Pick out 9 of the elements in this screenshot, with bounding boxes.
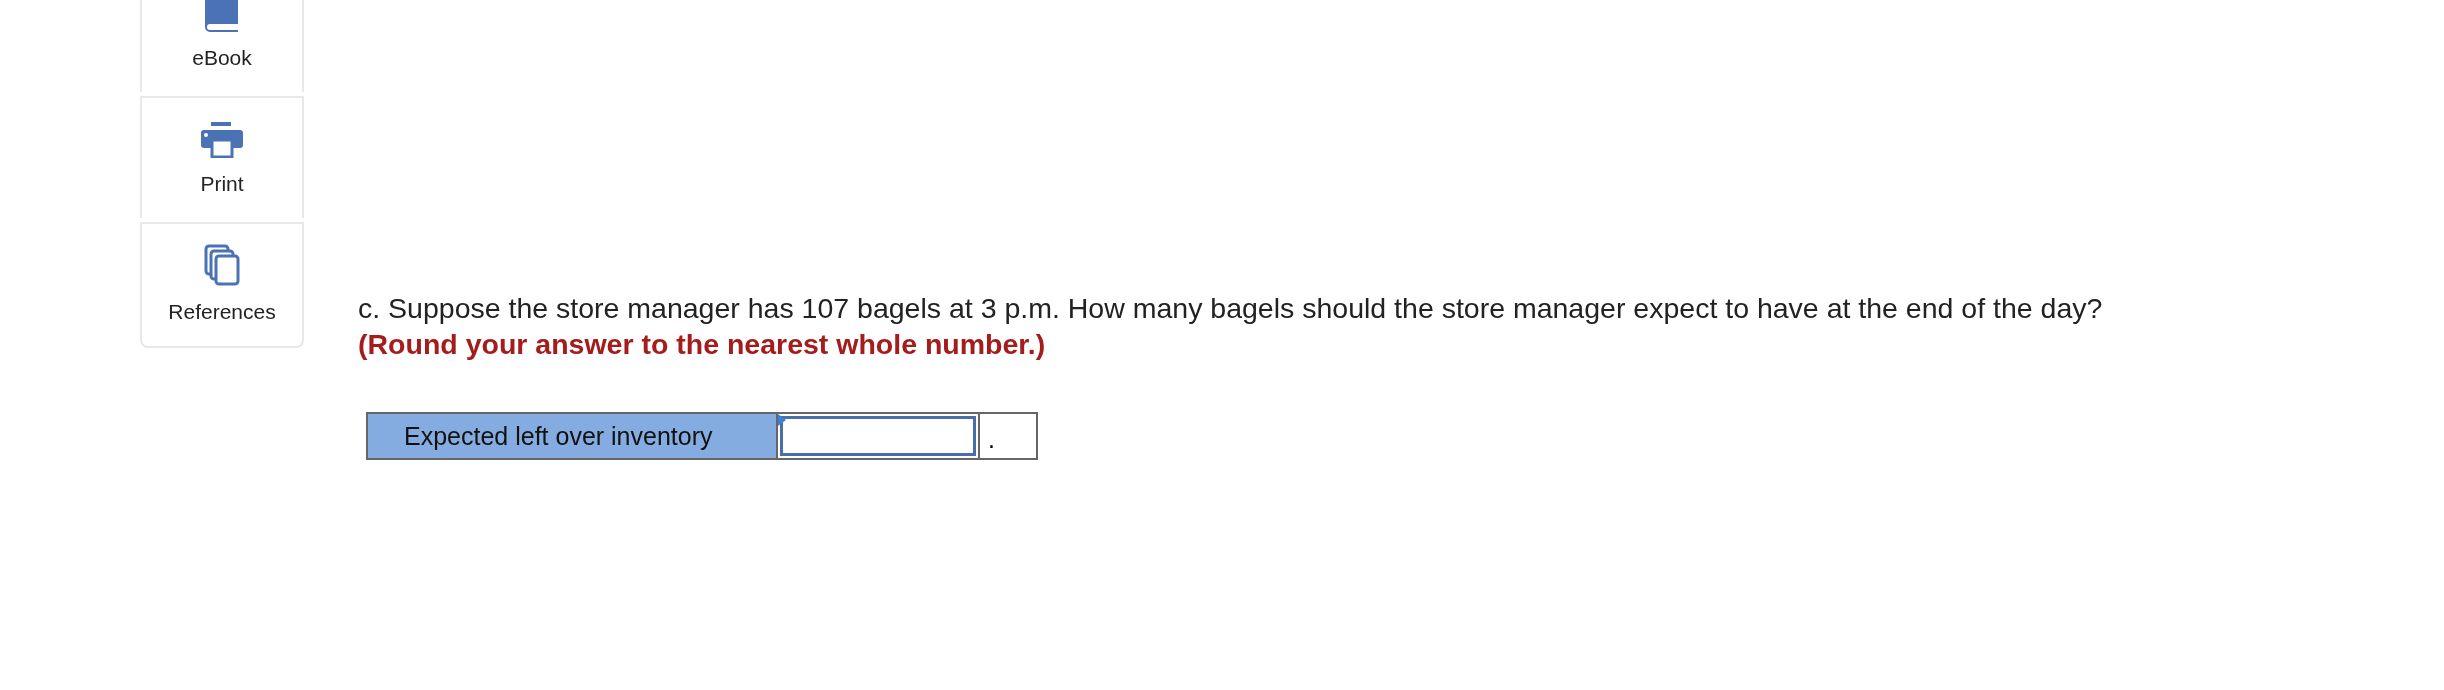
answer-field[interactable] (778, 412, 978, 460)
row-label: Expected left over inventory (366, 412, 778, 460)
question-text: c. Suppose the store manager has 107 bagels at 3 p.m. How many bagels should the store manager expect to have at the end of the day? (Round your answer to the nearest whole number.) (358, 291, 2104, 362)
unit-cell: . (978, 412, 1038, 460)
sidebar-item[interactable]: eBook (140, 0, 304, 92)
sidebar-item[interactable]: Print (140, 96, 304, 218)
sidebar-item[interactable]: References (140, 222, 304, 348)
documents-icon (204, 244, 240, 286)
printer-icon (201, 122, 243, 158)
